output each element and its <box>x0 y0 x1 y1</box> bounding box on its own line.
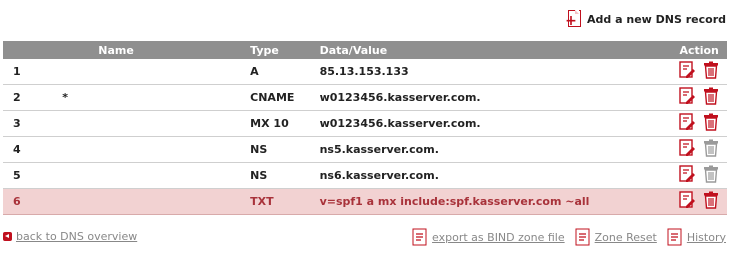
record-type: NS <box>246 162 316 189</box>
zone-reset-label: Zone Reset <box>594 230 657 244</box>
record-actions <box>671 136 727 163</box>
record-data: 85.13.153.133 <box>315 59 672 85</box>
record-name <box>48 136 247 163</box>
record-actions <box>671 84 727 111</box>
record-data: ns5.kasserver.com. <box>315 136 672 163</box>
document-icon <box>412 228 428 246</box>
table-row: 5 NS ns6.kasserver.com. <box>3 162 727 189</box>
edit-icon[interactable] <box>678 165 696 183</box>
back-to-dns-overview-link[interactable]: back to DNS overview <box>3 230 137 243</box>
dns-records-table: Name Type Data/Value Action 1 A 85.13.153.… <box>3 41 727 215</box>
row-index: 2 <box>3 84 49 111</box>
record-type: A <box>246 59 316 85</box>
table-row: 6 TXT v=spf1 a mx include:spf.kasserver.co… <box>3 188 727 215</box>
edit-icon[interactable] <box>678 191 696 209</box>
document-icon <box>575 228 591 246</box>
record-type: CNAME <box>246 84 316 111</box>
table-header-row: Name Type Data/Value Action <box>3 41 727 59</box>
add-dns-record-button[interactable]: + Add a new DNS record <box>565 8 726 30</box>
record-data: w0123456.kasserver.com. <box>315 110 672 137</box>
document-icon <box>667 228 683 246</box>
row-index: 1 <box>3 59 49 85</box>
record-type: MX 10 <box>246 110 316 137</box>
trash-icon[interactable] <box>702 191 720 209</box>
table-row: 3 MX 10 w0123456.kasserver.com. <box>3 110 727 137</box>
export-bind-zone-label: export as BIND zone file <box>432 230 565 244</box>
trash-icon[interactable] <box>702 139 720 157</box>
record-actions <box>671 188 727 215</box>
record-data: v=spf1 a mx include:spf.kasserver.com ~a… <box>315 188 672 215</box>
header-type: Type <box>246 41 316 59</box>
record-name: * <box>48 84 247 111</box>
header-action: Action <box>671 41 727 59</box>
row-index: 6 <box>3 188 49 215</box>
history-link[interactable]: History <box>667 228 726 246</box>
history-label: History <box>686 230 726 244</box>
record-name <box>48 59 247 85</box>
trash-icon[interactable] <box>702 165 720 183</box>
trash-icon[interactable] <box>702 61 720 79</box>
record-type: TXT <box>246 188 316 215</box>
record-actions <box>671 110 727 137</box>
header-index <box>3 41 49 59</box>
row-index: 5 <box>3 162 49 189</box>
trash-icon[interactable] <box>702 87 720 105</box>
edit-icon[interactable] <box>678 139 696 157</box>
table-row: 1 A 85.13.153.133 <box>3 59 727 85</box>
row-index: 4 <box>3 136 49 163</box>
add-dns-record-label: Add a new DNS record <box>587 12 726 26</box>
record-data: w0123456.kasserver.com. <box>315 84 672 111</box>
table-row: 4 NS ns5.kasserver.com. <box>3 136 727 163</box>
record-actions <box>671 162 727 189</box>
header-data: Data/Value <box>315 41 672 59</box>
record-name <box>48 162 247 189</box>
zone-reset-link[interactable]: Zone Reset <box>575 228 657 246</box>
export-bind-zone-link[interactable]: export as BIND zone file <box>412 228 565 246</box>
edit-icon[interactable] <box>678 87 696 105</box>
record-data: ns6.kasserver.com. <box>315 162 672 189</box>
add-document-icon: + <box>565 9 583 29</box>
record-type: NS <box>246 136 316 163</box>
footer-actions: export as BIND zone file Zone Reset Hist… <box>412 228 726 246</box>
trash-icon[interactable] <box>702 113 720 131</box>
edit-icon[interactable] <box>678 61 696 79</box>
table-row: 2 * CNAME w0123456.kasserver.com. <box>3 84 727 111</box>
edit-icon[interactable] <box>678 113 696 131</box>
header-name: Name <box>48 41 247 59</box>
record-name <box>48 188 247 215</box>
record-name <box>48 110 247 137</box>
back-arrow-icon <box>3 232 12 241</box>
record-actions <box>671 59 727 85</box>
row-index: 3 <box>3 110 49 137</box>
back-to-dns-overview-label: back to DNS overview <box>16 230 138 243</box>
